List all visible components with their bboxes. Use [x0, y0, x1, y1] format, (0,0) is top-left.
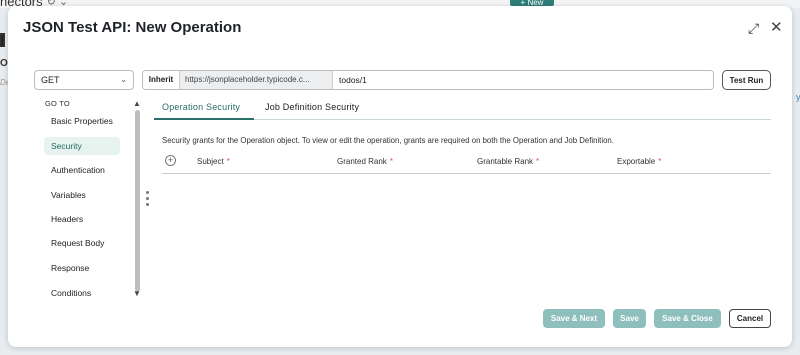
background-left-text-3: Des: [0, 78, 8, 87]
sidebar-item-security[interactable]: Security: [44, 137, 120, 155]
column-exportable: Exportable *: [617, 157, 661, 166]
column-grantable-rank-label: Grantable Rank: [477, 157, 534, 166]
tab-job-definition-security[interactable]: Job Definition Security: [265, 102, 359, 112]
required-marker: *: [658, 157, 662, 166]
sidebar-item-authentication[interactable]: Authentication: [44, 161, 120, 179]
active-tab-indicator: [154, 118, 254, 120]
column-subject-label: Subject: [197, 157, 224, 166]
column-granted-rank-label: Granted Rank: [337, 157, 387, 166]
add-grant-icon[interactable]: +: [165, 155, 176, 166]
panel-resize-handle[interactable]: [146, 191, 149, 211]
base-url: https://jsonplaceholder.typicode.c...: [180, 71, 333, 89]
method-select[interactable]: GET ⌄: [34, 70, 134, 90]
scroll-down-icon[interactable]: ▼: [133, 289, 141, 298]
background-right-text: y: [796, 92, 800, 102]
required-marker: *: [389, 157, 393, 166]
scroll-up-icon[interactable]: ▲: [133, 99, 141, 108]
tab-operation-security[interactable]: Operation Security: [162, 102, 240, 112]
save-close-button[interactable]: Save & Close: [654, 309, 721, 328]
inherit-toggle[interactable]: Inherit: [143, 71, 180, 89]
required-marker: *: [536, 157, 540, 166]
test-run-button[interactable]: Test Run: [722, 70, 771, 90]
save-next-button[interactable]: Save & Next: [543, 309, 605, 328]
sidebar-item-basic-properties[interactable]: Basic Properties: [44, 112, 120, 130]
url-input-group: Inherit https://jsonplaceholder.typicode…: [142, 70, 714, 90]
column-grantable-rank: Grantable Rank *: [477, 157, 539, 166]
close-icon[interactable]: ✕: [770, 18, 783, 36]
path-input[interactable]: [333, 71, 713, 89]
sidebar-item-variables[interactable]: Variables: [44, 186, 120, 204]
grants-table-header: + Subject * Granted Rank * Grantable Rank *…: [162, 152, 771, 174]
goto-heading: GO TO: [45, 99, 70, 108]
cancel-button[interactable]: Cancel: [729, 309, 771, 328]
sidebar-item-response[interactable]: Response: [44, 259, 120, 277]
security-description: Security grants for the Operation object…: [162, 136, 614, 145]
method-value: GET: [41, 75, 60, 85]
required-marker: *: [226, 157, 230, 166]
column-exportable-label: Exportable: [617, 157, 656, 166]
expand-icon[interactable]: ⤢: [748, 20, 759, 37]
dialog-title: JSON Test API: New Operation: [23, 19, 242, 36]
sidebar-scrollbar[interactable]: [135, 110, 140, 292]
chevron-down-icon: ⌄: [120, 75, 127, 84]
sidebar-item-request-body[interactable]: Request Body: [44, 234, 120, 252]
sidebar-item-headers[interactable]: Headers: [44, 210, 120, 228]
background-left-text-1: I: [0, 33, 5, 50]
new-operation-dialog: JSON Test API: New Operation ⤢ ✕ GET ⌄ I…: [8, 6, 792, 347]
sidebar-item-conditions[interactable]: Conditions: [44, 284, 120, 302]
column-subject: Subject *: [197, 157, 230, 166]
background-left-text-2: OI: [0, 58, 8, 69]
column-granted-rank: Granted Rank *: [337, 157, 393, 166]
save-button[interactable]: Save: [613, 309, 646, 328]
